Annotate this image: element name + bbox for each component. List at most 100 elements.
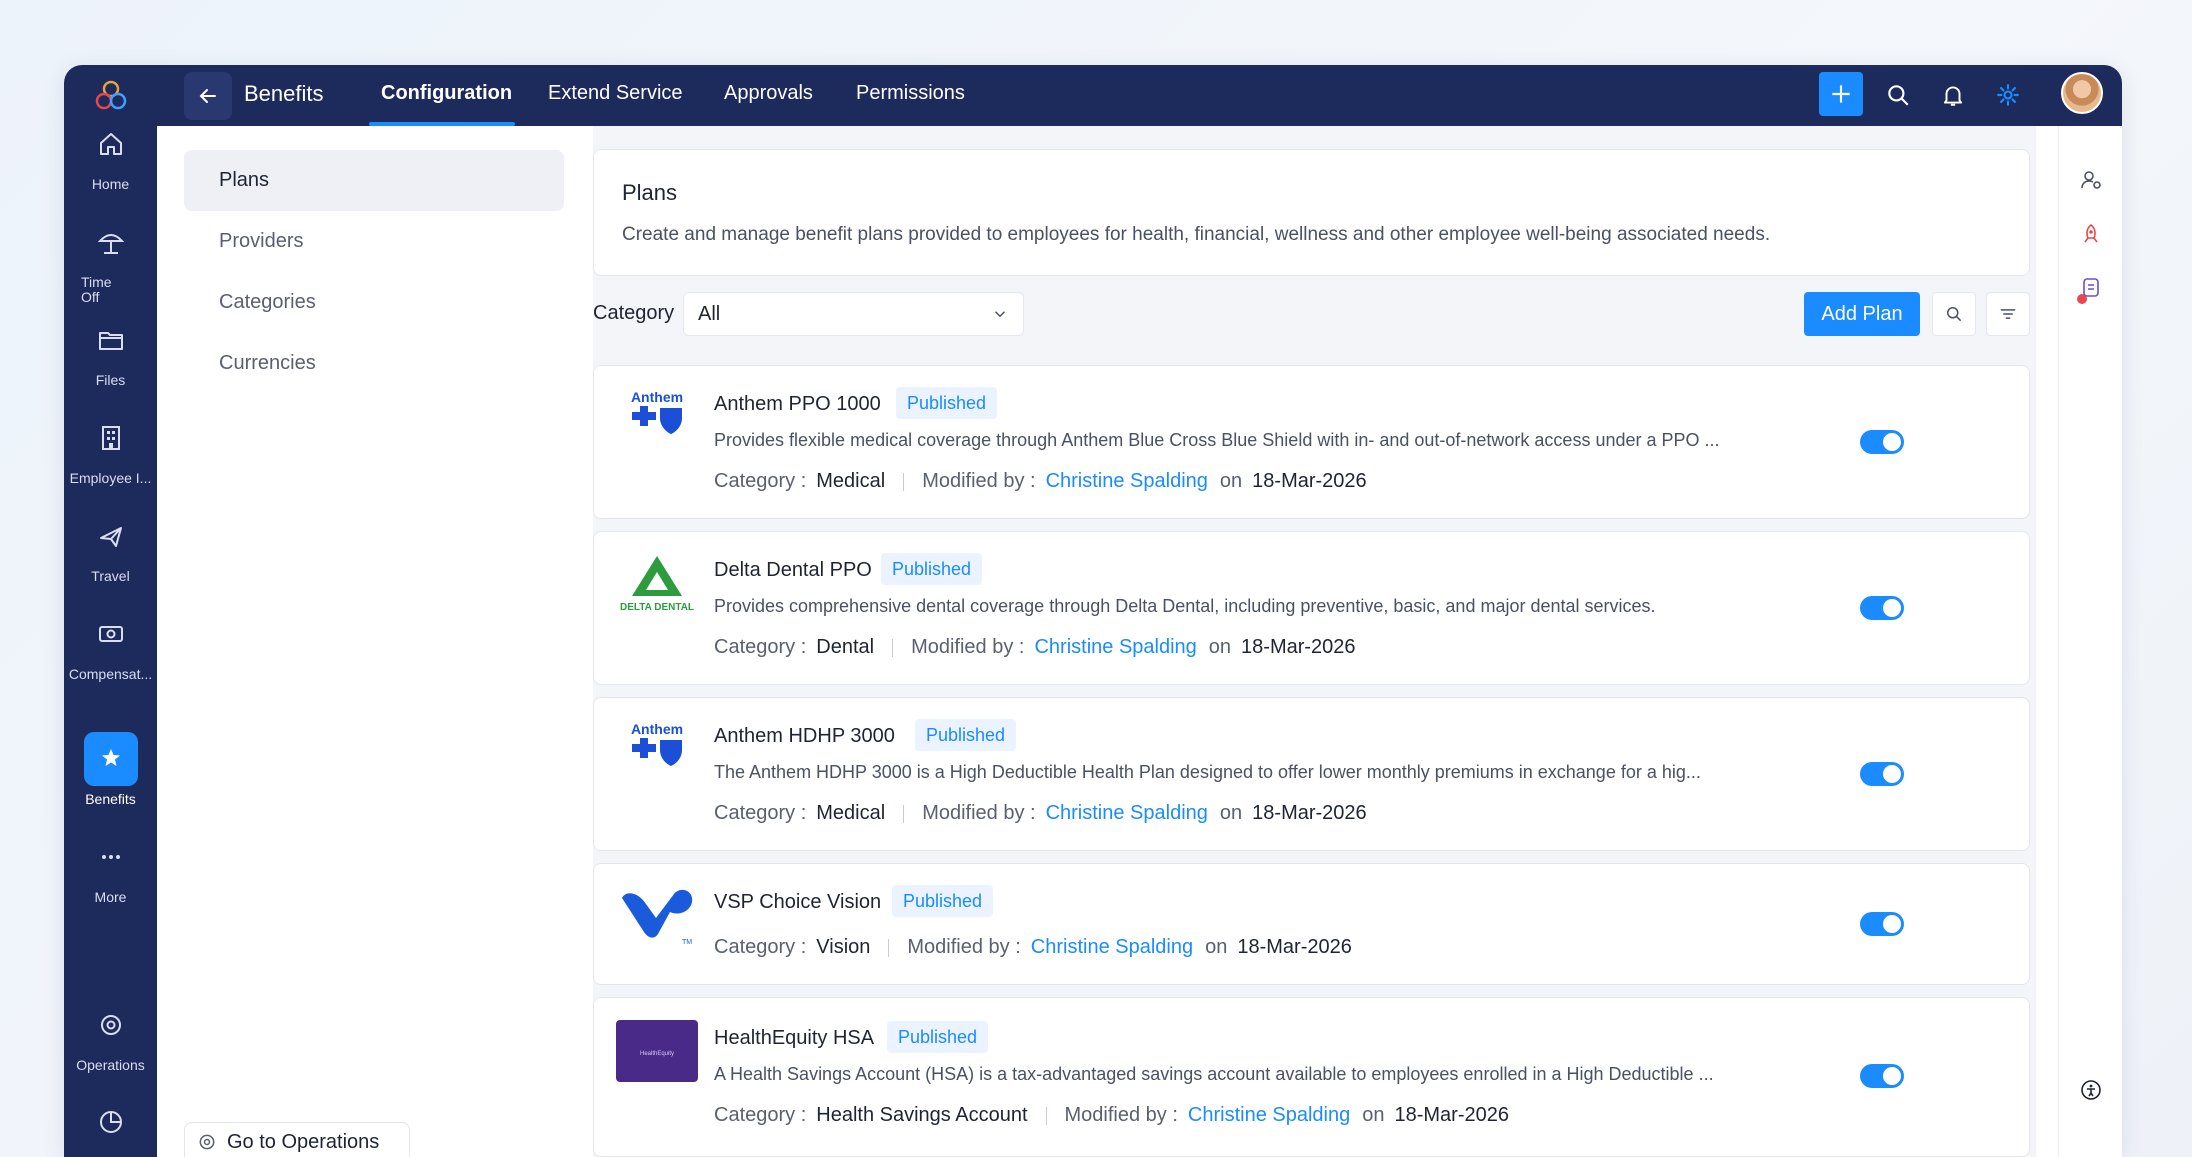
plans-header-card: Plans Create and manage benefit plans pr… [593, 149, 2030, 276]
on-label: on [1219, 470, 1243, 492]
rail-item-home[interactable]: Home [64, 117, 157, 192]
airplane-icon [84, 509, 138, 563]
gear-icon[interactable] [1993, 80, 2023, 110]
modified-by-link[interactable]: Christine Spalding [1031, 936, 1193, 959]
rail-label: Operations [76, 1058, 145, 1073]
rail-item-compensation[interactable]: Compensat... [64, 607, 157, 682]
subnav-item-providers[interactable]: Providers [184, 211, 564, 272]
go-to-operations-button[interactable]: Go to Operations [184, 1122, 410, 1157]
app-logo-icon[interactable] [91, 77, 131, 117]
plan-card[interactable]: Anthem Anthem HDHP 3000 Published The An… [593, 697, 2030, 851]
rail-label: Employee I... [69, 471, 152, 486]
plan-meta: Category : Medical Modified by : Christi… [714, 802, 1367, 825]
modified-by-key: Modified by : [922, 802, 1036, 824]
category-key: Category : [714, 636, 807, 658]
plan-name[interactable]: Anthem HDHP 3000 [714, 725, 895, 748]
category-value: Medical [816, 802, 886, 824]
plan-meta: Category : Health Savings Account Modifi… [714, 1104, 1509, 1127]
rail-item-operations[interactable]: Operations [64, 998, 157, 1073]
top-bar: Benefits Configuration Extend Service Ap… [157, 65, 2122, 126]
rail-item-employee-info[interactable]: Employee I... [64, 411, 157, 486]
user-settings-icon[interactable] [2075, 164, 2107, 196]
status-badge: Published [915, 719, 1017, 751]
rail-label: Time Off [81, 275, 112, 305]
status-badge: Published [896, 387, 998, 419]
rail-item-benefits[interactable]: Benefits [64, 732, 157, 807]
plan-card[interactable]: HealthEquity HealthEquity HSA Published … [593, 997, 2030, 1157]
bell-icon[interactable] [1938, 80, 1968, 110]
category-key: Category : [714, 1104, 807, 1126]
modified-by-link[interactable]: Christine Spalding [1046, 802, 1208, 825]
plan-enabled-toggle[interactable] [1860, 1064, 1904, 1088]
modified-date: 18-Mar-2026 [1252, 470, 1367, 492]
search-button[interactable] [1932, 292, 1976, 336]
plan-description: The Anthem HDHP 3000 is a High Deductibl… [714, 762, 1701, 782]
back-button[interactable] [184, 72, 232, 120]
modified-by-key: Modified by : [922, 470, 1036, 492]
divider [888, 938, 890, 957]
logo-tm: TM [682, 939, 692, 946]
plan-card[interactable]: Anthem Anthem PPO 1000 Published Provide… [593, 365, 2030, 519]
category-select[interactable]: All [683, 292, 1024, 336]
rocket-icon[interactable] [2075, 218, 2107, 250]
plan-description: Provides flexible medical coverage throu… [714, 430, 1720, 450]
svg-text:Anthem: Anthem [631, 721, 683, 737]
healthequity-logo: HealthEquity [616, 1020, 698, 1082]
on-label: on [1362, 1104, 1385, 1126]
rail-label: Benefits [85, 792, 136, 807]
delta-dental-logo: DELTA DENTAL [616, 552, 698, 614]
rail-label: More [94, 890, 127, 905]
rail-item-travel[interactable]: Travel [64, 509, 157, 584]
filter-button[interactable] [1986, 292, 2030, 336]
filter-icon [2000, 309, 2016, 319]
rail-label: Home [91, 177, 130, 192]
search-icon[interactable] [1883, 80, 1913, 110]
subnav-item-categories[interactable]: Categories [184, 272, 564, 333]
divider [1045, 1106, 1047, 1125]
rail-item-files[interactable]: Files [64, 313, 157, 388]
chevron-down-icon [994, 311, 1006, 318]
tab-extend-service[interactable]: Extend Service [548, 82, 683, 105]
plan-name[interactable]: Delta Dental PPO [714, 559, 872, 582]
plan-enabled-toggle[interactable] [1860, 430, 1904, 454]
building-icon [84, 411, 138, 465]
svg-text:Anthem: Anthem [631, 389, 683, 405]
plan-description: Provides comprehensive dental coverage t… [714, 596, 1656, 616]
rail-item-analytics[interactable] [64, 1095, 157, 1155]
plan-name[interactable]: Anthem PPO 1000 [714, 393, 881, 416]
go-to-operations-label: Go to Operations [227, 1130, 380, 1153]
rail-item-more[interactable]: More [64, 830, 157, 905]
plan-name[interactable]: VSP Choice Vision [714, 891, 881, 914]
add-button[interactable] [1819, 72, 1863, 116]
accessibility-icon[interactable] [2075, 1074, 2107, 1106]
tab-permissions[interactable]: Permissions [856, 82, 965, 105]
avatar[interactable] [2061, 72, 2103, 114]
folder-icon [84, 313, 138, 367]
modified-by-link[interactable]: Christine Spalding [1188, 1104, 1350, 1127]
modified-by-key: Modified by : [1064, 1104, 1178, 1126]
tab-approvals[interactable]: Approvals [724, 82, 813, 105]
on-label: on [1208, 636, 1232, 658]
category-value: Dental [816, 636, 875, 658]
home-icon [84, 117, 138, 171]
plan-enabled-toggle[interactable] [1860, 596, 1904, 620]
modified-date: 18-Mar-2026 [1241, 636, 1356, 658]
page-description: Create and manage benefit plans provided… [622, 224, 1771, 245]
plan-enabled-toggle[interactable] [1860, 912, 1904, 936]
subnav-item-plans[interactable]: Plans [184, 150, 564, 211]
category-key: Category : [714, 802, 807, 824]
tab-configuration[interactable]: Configuration [381, 82, 512, 105]
plan-name[interactable]: HealthEquity HSA [714, 1027, 874, 1050]
subnav-item-currencies[interactable]: Currencies [184, 333, 564, 394]
plan-card[interactable]: TM VSP Choice Vision Published Category … [593, 863, 2030, 985]
sub-navigation: Plans Providers Categories Currencies [184, 150, 564, 394]
rail-item-time-off[interactable]: Time Off [64, 215, 157, 305]
modified-by-link[interactable]: Christine Spalding [1046, 470, 1208, 493]
plan-enabled-toggle[interactable] [1860, 762, 1904, 786]
modified-by-link[interactable]: Christine Spalding [1034, 636, 1196, 659]
operations-icon [199, 1134, 215, 1150]
add-plan-button[interactable]: Add Plan [1804, 292, 1920, 336]
modified-date: 18-Mar-2026 [1252, 802, 1367, 824]
svg-text:DELTA DENTAL: DELTA DENTAL [620, 602, 694, 613]
plan-card[interactable]: DELTA DENTAL Delta Dental PPO Published … [593, 531, 2030, 685]
